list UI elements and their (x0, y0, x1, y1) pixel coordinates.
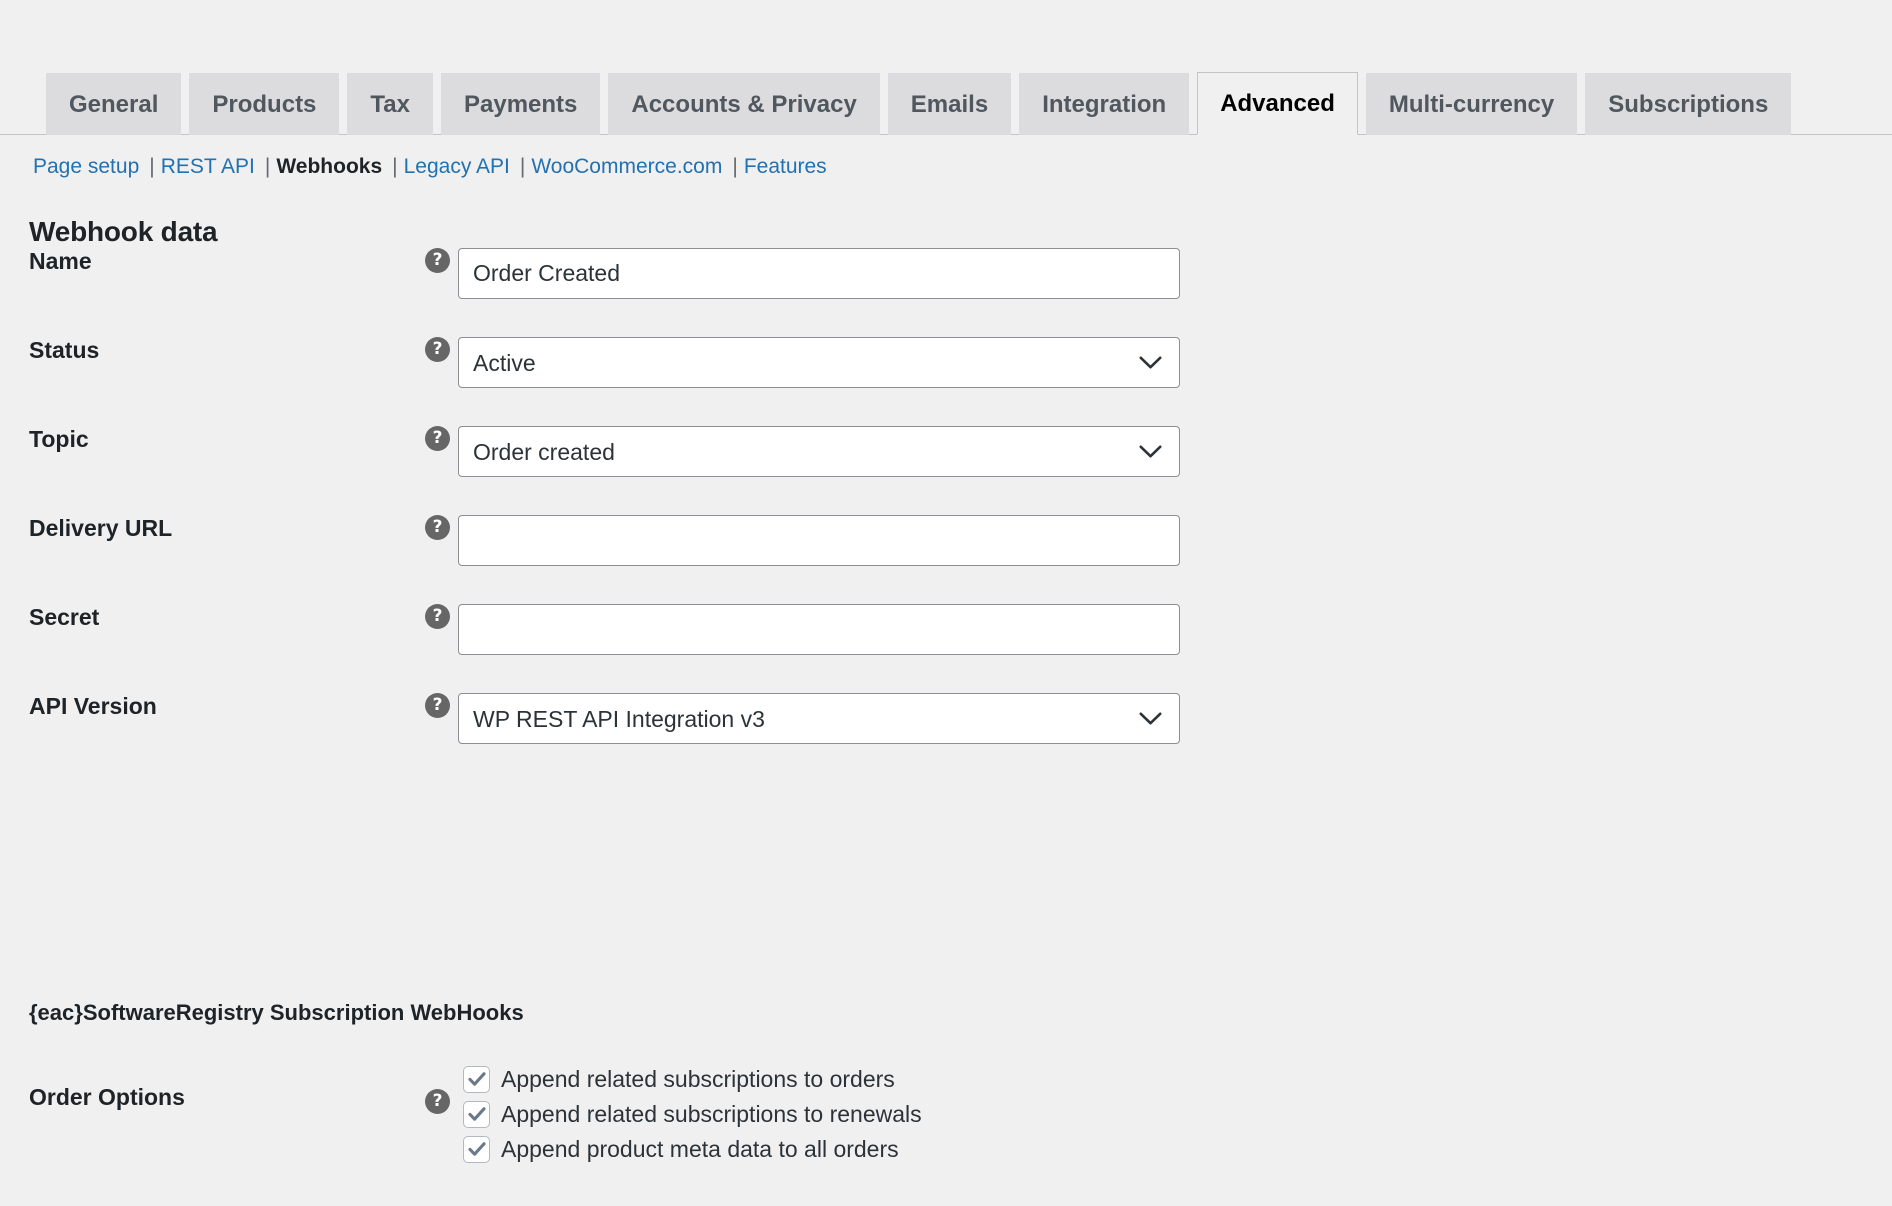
help-icon[interactable]: ? (425, 248, 450, 273)
tab-integration[interactable]: Integration (1019, 73, 1190, 135)
tab-general[interactable]: General (46, 73, 182, 135)
page-title: Webhook data (29, 216, 218, 247)
checkbox-item[interactable]: Append related subscriptions to renewals (463, 1097, 1892, 1132)
help-icon[interactable]: ? (425, 693, 450, 718)
subnav-link-page-setup[interactable]: Page setup (33, 155, 139, 179)
name-field-cell (458, 248, 1892, 299)
api-version-field-cell: WP REST API Integration v1WP REST API In… (458, 693, 1892, 744)
topic-select[interactable]: Order createdOrder updatedOrder deletedO… (458, 426, 1180, 477)
name-help-cell: ? (425, 248, 458, 273)
checkbox-label: Append related subscriptions to renewals (501, 1101, 922, 1127)
subnav-link-woocommerce-com[interactable]: WooCommerce.com (531, 155, 722, 179)
checkbox-checked-icon[interactable] (463, 1066, 490, 1093)
secret-input[interactable] (458, 604, 1180, 655)
checkbox-checked-icon[interactable] (463, 1136, 490, 1163)
subnav-separator: | (732, 155, 738, 178)
status-label: Status (29, 337, 100, 363)
form-row-status: Status? ActivePausedDisabled (0, 337, 1892, 426)
topic-label: Topic (29, 426, 89, 452)
checkbox-item[interactable]: Append product meta data to all orders (463, 1132, 1892, 1167)
help-icon[interactable]: ? (425, 515, 450, 540)
status-select[interactable]: ActivePausedDisabled (458, 337, 1180, 388)
tab-subscriptions[interactable]: Subscriptions (1585, 73, 1792, 135)
form-row-delivery-url: Delivery URL? (0, 515, 1892, 604)
delivery-url-help-cell: ? (425, 515, 458, 540)
topic-select-wrap: Order createdOrder updatedOrder deletedO… (458, 426, 1180, 477)
status-select-wrap: ActivePausedDisabled (458, 337, 1180, 388)
api-version-help-cell: ? (425, 693, 458, 718)
tab-accounts-privacy[interactable]: Accounts & Privacy (608, 73, 880, 135)
section-title-software-registry: {eac}SoftwareRegistry Subscription WebHo… (29, 1000, 524, 1025)
checkbox-label: Append product meta data to all orders (501, 1136, 899, 1162)
order-options-label: Order Options (29, 1084, 185, 1110)
subnav-link-features[interactable]: Features (744, 155, 827, 179)
api-version-select[interactable]: WP REST API Integration v1WP REST API In… (458, 693, 1180, 744)
woocommerce-settings-page: General Products Tax Payments Accounts & Pri… (0, 0, 1892, 1206)
topic-help-cell: ? (425, 426, 458, 451)
tab-payments[interactable]: Payments (440, 73, 601, 135)
tab-emails[interactable]: Emails (887, 73, 1012, 135)
delivery-url-field-cell (458, 515, 1892, 566)
delivery-url-label: Delivery URL (29, 515, 173, 541)
api-version-select-wrap: WP REST API Integration v1WP REST API In… (458, 693, 1180, 744)
name-label: Name (29, 248, 92, 274)
name-input[interactable] (458, 248, 1180, 299)
help-icon[interactable]: ? (425, 426, 450, 451)
delivery-url-input[interactable] (458, 515, 1180, 566)
subnav-separator: | (264, 155, 271, 178)
subnav-link-rest-api[interactable]: REST API (161, 155, 255, 179)
form-row-api-version: API Version? WP REST API Integration v1WP… (0, 693, 1892, 782)
status-field-cell: ActivePausedDisabled (458, 337, 1892, 388)
webhooks-subnav: Page setup | REST API | Webhooks | Legacy API |… (33, 155, 827, 179)
secret-field-cell (458, 604, 1892, 655)
form-row-topic: Topic? Order createdOrder updatedOrder de… (0, 426, 1892, 515)
topic-field-cell: Order createdOrder updatedOrder deletedO… (458, 426, 1892, 477)
subnav-separator: | (392, 155, 398, 178)
checkbox-item[interactable]: Append related subscriptions to orders (463, 1062, 1892, 1097)
subnav-separator: | (519, 155, 526, 178)
checkbox-checked-icon[interactable] (463, 1101, 490, 1128)
help-icon[interactable]: ? (425, 337, 450, 362)
status-help-cell: ? (425, 337, 458, 362)
order-options-checkbox-list: Append related subscriptions to orders Ap… (458, 1062, 1892, 1167)
settings-tab-bar: General Products Tax Payments Accounts & Pri… (0, 60, 1892, 135)
webhook-data-form: Name?Status?ActivePausedDisabledTopic?Or… (0, 248, 1892, 782)
order-options-help-cell: ? (425, 1062, 458, 1114)
secret-help-cell: ? (425, 604, 458, 629)
help-icon[interactable]: ? (425, 1089, 450, 1114)
help-icon[interactable]: ? (425, 604, 450, 629)
tab-multi-currency[interactable]: Multi-currency (1365, 73, 1578, 135)
tab-advanced[interactable]: Advanced (1197, 72, 1358, 135)
checkbox-label: Append related subscriptions to orders (501, 1066, 895, 1092)
subnav-link-legacy-api[interactable]: Legacy API (404, 155, 510, 179)
tab-products[interactable]: Products (189, 73, 340, 135)
subnav-link-webhooks: Webhooks (276, 155, 383, 178)
secret-label: Secret (29, 604, 100, 630)
api-version-label: API Version (29, 693, 157, 719)
form-row-name: Name? (0, 248, 1892, 337)
subnav-separator: | (149, 155, 155, 178)
form-row-secret: Secret? (0, 604, 1892, 693)
order-options-row: Order Options ? Append related subscript… (0, 1062, 1892, 1167)
tab-tax[interactable]: Tax (347, 73, 433, 135)
